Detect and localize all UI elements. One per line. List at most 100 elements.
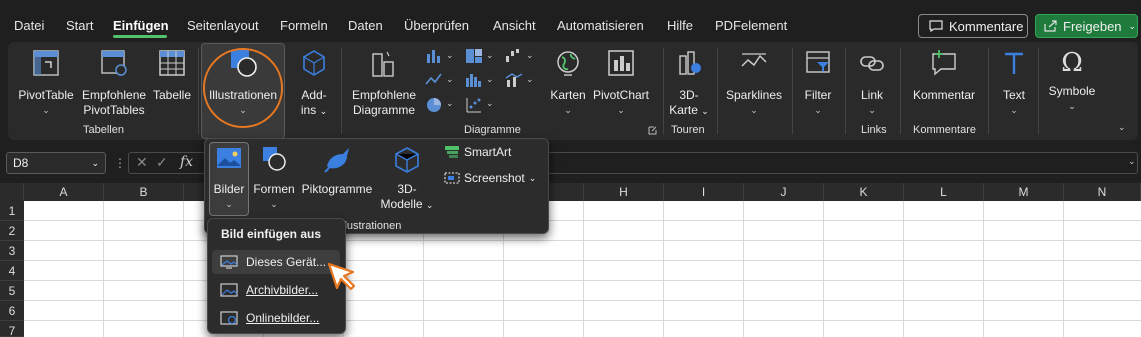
chevron-down-icon: ⌄	[1128, 20, 1137, 31]
pivotchart-label: PivotChart	[592, 88, 650, 102]
menu-start[interactable]: Start	[66, 18, 93, 33]
empfohlene-diagramme-label-2: Diagramme	[352, 103, 415, 117]
chevron-down-icon: ⌄	[446, 74, 454, 84]
column-header-b[interactable]: B	[104, 183, 184, 201]
expand-formula-icon[interactable]: ⌄	[1128, 156, 1136, 167]
formen-button[interactable]: Formen ⌄	[252, 146, 296, 212]
menu-ansicht[interactable]: Ansicht	[493, 18, 536, 33]
karten-button[interactable]: Karten ⌄	[546, 48, 590, 118]
chevron-down-icon: ⌄	[446, 50, 454, 60]
empfohlene-pivottables-button[interactable]: Empfohlene PivotTables	[82, 48, 146, 118]
freigeben-button[interactable]: Freigeben ⌄	[1035, 14, 1138, 38]
statistic-chart-icon[interactable]	[465, 72, 483, 88]
column-header-n[interactable]: N	[1064, 183, 1141, 201]
screenshot-button[interactable]: Screenshot ⌄	[444, 171, 536, 185]
hierarchy-chart-icon[interactable]	[465, 48, 483, 64]
kommentare-button[interactable]: Kommentare	[918, 14, 1028, 38]
addins-icon	[303, 50, 325, 76]
menu-seitenlayout[interactable]: Seitenlayout	[187, 18, 259, 33]
row-header-3[interactable]: 3	[0, 241, 24, 261]
archivbilder-item[interactable]: Archivbilder...	[212, 278, 340, 302]
separator	[900, 48, 901, 134]
chevron-down-icon: ⌄	[526, 50, 534, 60]
select-all-corner[interactable]	[0, 183, 24, 201]
separator	[988, 48, 989, 134]
column-header-i[interactable]: I	[664, 183, 744, 201]
empfohlene-diagramme-button[interactable]: Empfohlene Diagramme	[346, 48, 422, 118]
onlinebilder-item[interactable]: Onlinebilder...	[212, 306, 340, 330]
formen-label: Formen	[253, 182, 295, 196]
pivotchart-button[interactable]: PivotChart ⌄	[591, 48, 651, 118]
fx-icon[interactable]: fx	[180, 154, 193, 170]
symbole-button[interactable]: Ω Symbole ⌄	[1043, 48, 1101, 114]
row-header-6[interactable]: 6	[0, 301, 24, 321]
cancel-icon[interactable]: ✕	[136, 154, 148, 171]
stock-images-icon	[220, 283, 238, 297]
3d-karte-label-1: 3D-	[679, 88, 699, 102]
pivottable-button[interactable]: PivotTable ⌄	[14, 48, 78, 118]
line-chart-icon[interactable]	[425, 72, 443, 88]
row-header-4[interactable]: 4	[0, 261, 24, 281]
menu-hilfe[interactable]: Hilfe	[667, 18, 693, 33]
pie-chart-icon[interactable]	[425, 96, 443, 114]
chevron-down-icon: ⌄	[446, 98, 454, 108]
filter-label: Filter	[804, 88, 832, 102]
sparklines-button[interactable]: Sparklines ⌄	[722, 48, 786, 118]
column-header-h[interactable]: H	[584, 183, 664, 201]
chevron-down-icon: ⌄	[564, 105, 572, 115]
name-box[interactable]: D8 ⌄	[6, 152, 106, 174]
combo-chart-icon[interactable]	[505, 72, 523, 88]
row-header-5[interactable]: 5	[0, 281, 24, 301]
menu-datei[interactable]: Datei	[14, 18, 44, 33]
column-header-k[interactable]: K	[824, 183, 904, 201]
recommended-charts-icon	[372, 51, 394, 77]
menu-ueberpruefen[interactable]: Überprüfen	[404, 18, 469, 33]
piktogramme-label: Piktogramme	[301, 182, 373, 196]
smartart-button[interactable]: SmartArt	[444, 145, 511, 159]
online-pictures-icon	[220, 311, 238, 325]
column-header-j[interactable]: J	[744, 183, 824, 201]
chevron-down-icon: ⌄	[526, 74, 534, 84]
dieses-geraet-item[interactable]: Dieses Gerät...	[212, 250, 340, 274]
tabelle-button[interactable]: Tabelle	[150, 48, 194, 103]
3d-karte-button[interactable]: 3D- Karte ⌄	[668, 48, 710, 119]
menu-formeln[interactable]: Formeln	[280, 18, 328, 33]
ribbon-collapse-icon[interactable]: ⌄	[1118, 122, 1126, 133]
separator	[845, 48, 846, 134]
waterfall-chart-icon[interactable]	[505, 48, 523, 64]
3d-modelle-label-1: 3D-	[397, 182, 417, 196]
bilder-button[interactable]: Bilder ⌄	[210, 146, 248, 212]
group-label-links: Links	[861, 124, 887, 136]
column-header-l[interactable]: L	[904, 183, 984, 201]
3d-modelle-label-2: Modelle ⌄	[380, 197, 434, 211]
menu-daten[interactable]: Daten	[348, 18, 383, 33]
link-button[interactable]: Link ⌄	[850, 48, 894, 118]
row-header-2[interactable]: 2	[0, 221, 24, 241]
row-header-7[interactable]: 7	[0, 321, 24, 337]
worksheet-cells[interactable]	[24, 201, 1141, 337]
column-header-m[interactable]: M	[984, 183, 1064, 201]
confirm-icon[interactable]: ✓	[156, 154, 168, 171]
text-button[interactable]: Text ⌄	[994, 48, 1034, 118]
dialog-launcher-icon[interactable]	[648, 126, 657, 135]
menu-einfuegen[interactable]: Einfügen	[113, 18, 169, 33]
menu-pdfelement[interactable]: PDFelement	[715, 18, 787, 33]
piktogramme-button[interactable]: Piktogramme	[298, 146, 376, 197]
3d-modelle-button[interactable]: 3D- Modelle ⌄	[380, 146, 434, 213]
kommentar-label: Kommentar	[912, 88, 976, 102]
addins-button[interactable]: Add- ins ⌄	[292, 48, 336, 119]
comment-icon	[929, 20, 943, 32]
separator	[1038, 48, 1039, 134]
link-icon	[860, 56, 884, 71]
column-header-a[interactable]: A	[24, 183, 104, 201]
scatter-chart-icon[interactable]	[465, 96, 483, 114]
filter-button[interactable]: Filter ⌄	[797, 48, 839, 118]
row-header-1[interactable]: 1	[0, 201, 24, 221]
chevron-down-icon: ⌄	[1010, 105, 1018, 115]
pivottable-label: PivotTable	[18, 88, 74, 102]
kommentar-button[interactable]: Kommentar	[906, 48, 982, 103]
dieses-geraet-label: Dieses Gerät...	[246, 255, 327, 269]
column-chart-icon[interactable]	[425, 48, 443, 64]
menu-automatisieren[interactable]: Automatisieren	[557, 18, 644, 33]
chevron-down-icon: ⌄	[42, 105, 50, 115]
